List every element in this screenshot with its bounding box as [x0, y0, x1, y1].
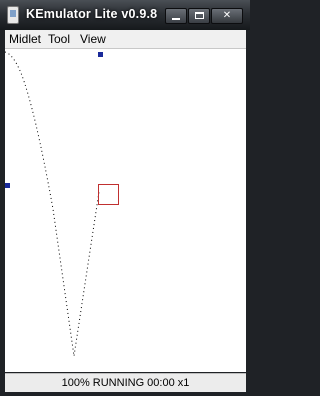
emulator-window: KEmulator Lite v0.9.8 ✕ Midlet Tool View… [0, 0, 250, 396]
minimize-button[interactable] [165, 8, 187, 24]
title-bar[interactable]: KEmulator Lite v0.9.8 ✕ [0, 0, 250, 30]
menu-bar: Midlet Tool View [5, 30, 246, 49]
status-text: 100% RUNNING 00:00 x1 [61, 377, 190, 389]
close-button[interactable]: ✕ [211, 8, 243, 24]
status-bar: 100% RUNNING 00:00 x1 [5, 373, 246, 393]
menu-midlet[interactable]: Midlet [9, 32, 41, 46]
close-icon: ✕ [222, 10, 232, 21]
blue-marker-left [5, 183, 10, 188]
menu-view[interactable]: View [80, 32, 106, 46]
minimize-icon [172, 18, 180, 20]
game-canvas [5, 51, 119, 357]
menu-tool[interactable]: Tool [48, 32, 70, 46]
maximize-button[interactable] [188, 8, 210, 24]
dotted-trajectory [5, 51, 100, 357]
phone-icon [7, 6, 19, 24]
window-frame-right [246, 30, 250, 396]
blue-marker-top [98, 52, 103, 57]
window-title: KEmulator Lite v0.9.8 [26, 7, 158, 21]
red-target-box [98, 184, 119, 205]
maximize-icon [194, 12, 204, 19]
device-screen[interactable] [5, 49, 246, 372]
window-frame-bottom [0, 392, 250, 396]
